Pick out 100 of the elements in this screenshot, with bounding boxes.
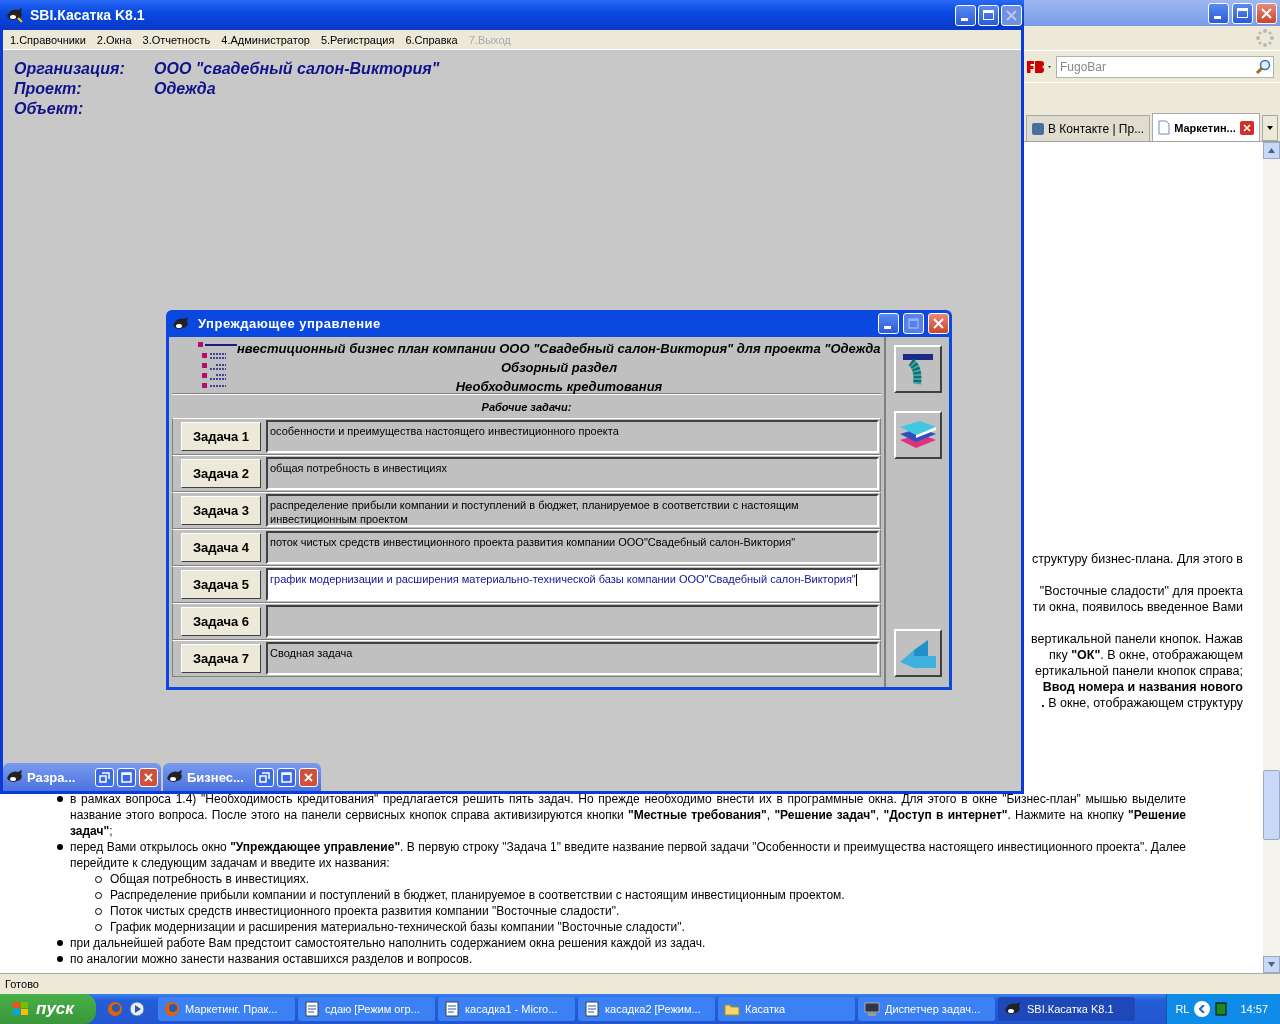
- field-label: Организация:: [14, 60, 126, 78]
- close-button[interactable]: [1001, 4, 1022, 26]
- search-icon[interactable]: [1255, 58, 1271, 75]
- media-player-icon[interactable]: [129, 1001, 145, 1017]
- heading-line: Необходимость кредитования: [454, 378, 664, 396]
- menu-item[interactable]: 2.Окна: [96, 33, 132, 46]
- restore-button[interactable]: [1232, 2, 1253, 24]
- down-arrow-icon: [1268, 962, 1275, 967]
- tab-list-button[interactable]: [1261, 115, 1278, 141]
- bullet-icon: [57, 956, 63, 962]
- return-button[interactable]: [893, 629, 942, 677]
- field-label: Проект:: [14, 80, 83, 98]
- scroll-up-button[interactable]: [1263, 142, 1280, 159]
- close-icon: [304, 772, 313, 782]
- list-item-text: Поток чистых средств инвестиционного проекта развития компании "Восточные сладости".: [110, 903, 621, 919]
- search-field[interactable]: FugoBar: [1056, 55, 1274, 78]
- window-title: SBI.Касатка K8.1: [30, 7, 145, 23]
- list-item-text: Распределение прибыли компании и поступлений в бюджет, планируемое в соответствии с настоящим инвестиционным проектом.: [110, 887, 846, 903]
- scroll-down-button[interactable]: [1263, 956, 1280, 973]
- close-icon: [1261, 7, 1272, 19]
- up-arrow-icon: [1268, 148, 1275, 153]
- bullet-icon: [57, 844, 63, 850]
- vk-logo-icon: [1032, 122, 1044, 135]
- maximize-button[interactable]: [117, 767, 136, 787]
- task-button[interactable]: Задача 4: [181, 533, 261, 562]
- restore-icon: [99, 771, 110, 783]
- orca-icon: [6, 7, 24, 23]
- minimized-window[interactable]: Разра...: [3, 763, 161, 791]
- task-button[interactable]: Задача 3: [181, 496, 261, 525]
- close-button[interactable]: [139, 767, 158, 787]
- task-name-field[interactable]: общая потребность в инвестициях: [266, 457, 879, 490]
- menu-item[interactable]: 3.Отчетность: [142, 33, 211, 46]
- taskbar-button[interactable]: SBI.Касатка K8.1: [998, 997, 1135, 1021]
- close-icon: [933, 318, 944, 329]
- loading-spinner-icon: [1256, 29, 1274, 47]
- minimize-button[interactable]: [955, 4, 976, 26]
- list-item-text: Общая потребность в инвестициях.: [110, 871, 311, 887]
- close-tab-button[interactable]: [1239, 120, 1254, 135]
- task-name-field[interactable]: [266, 605, 879, 638]
- close-icon: [144, 772, 153, 782]
- maximize-button[interactable]: [277, 767, 296, 787]
- minimize-button[interactable]: [878, 313, 899, 334]
- page-icon: [1158, 120, 1171, 135]
- taskbar-button[interactable]: Касатка: [718, 997, 855, 1021]
- close-button[interactable]: [1256, 2, 1277, 24]
- text-line: пку "ОК". В окне, отображающем: [1048, 647, 1243, 663]
- orca-icon: [6, 769, 24, 785]
- task-button[interactable]: Задача 6: [181, 607, 261, 636]
- document-icon: [584, 1001, 600, 1017]
- film-button[interactable]: [893, 345, 942, 393]
- menu-item[interactable]: 5.Регистрация: [320, 33, 395, 46]
- taskbar-button[interactable]: Диспетчер задач...: [858, 997, 995, 1021]
- search-engine-logo-icon[interactable]: [1026, 59, 1054, 74]
- film-icon: [900, 352, 935, 386]
- task-name-field[interactable]: график модернизации и расширения материально-технической базы компании ООО"Свадебный салон-Виктория": [266, 568, 879, 601]
- scroll-thumb[interactable]: [1263, 770, 1280, 840]
- menu-item[interactable]: 1.Справочники: [10, 33, 86, 46]
- section-title: Рабочие задачи:: [172, 394, 881, 418]
- text-line: структуру бизнес-плана. Для этого в: [1030, 551, 1243, 567]
- restore-button[interactable]: [95, 767, 114, 787]
- close-button[interactable]: [928, 313, 949, 334]
- maximize-button[interactable]: [978, 4, 999, 26]
- task-name-field[interactable]: Сводная задача: [266, 642, 879, 675]
- task-button[interactable]: Задача 1: [181, 422, 261, 451]
- task-name-field[interactable]: особенности и преимущества настоящего инвестиционного проекта: [266, 420, 879, 453]
- list-item-text: перед Вами открылось окно "Упреждающее управление". В первую строку "Задача 1" введите название первой задачи "Особенности и преимущества настоящего инвестиционного проекта". Далее перейдите к следующим задачам и введите их названия:: [70, 839, 1186, 871]
- menu-item[interactable]: 4.Администратор: [221, 33, 310, 46]
- text-line: вертикальной панели кнопок. Нажав: [1030, 631, 1243, 647]
- folder-icon: [724, 1001, 740, 1017]
- taskbar-button[interactable]: касадка2 [Режим...: [578, 997, 715, 1021]
- taskbar-button[interactable]: Маркетинг. Прак...: [158, 997, 295, 1021]
- books-button[interactable]: [893, 411, 942, 459]
- show-hidden-icons-button[interactable]: [1194, 1001, 1211, 1017]
- task-button[interactable]: Задача 2: [181, 459, 261, 488]
- clock: 14:57: [1240, 1003, 1268, 1015]
- maximize-button[interactable]: [903, 313, 924, 334]
- tray-app-icon[interactable]: [1215, 1002, 1228, 1016]
- list-item-text: в рамках вопроса 1.4) "Необходимость кредитования" предлагается решить пять задач. Но прежде необходимо внести их в программные окна. Для этого в окне "Бизнес-план" мышью выделите название этого вопроса. После этого на панели сервисных кнопок справа активизируются кнопки "Местные требования", "Решение задач", "Доступ в интернет". Нажмите на кнопку "Решение задач";: [70, 791, 1186, 839]
- task-name-field[interactable]: поток чистых средств инвестиционного проекта развития компании ООО"Свадебный салон-Виктория": [266, 531, 879, 564]
- browser-tab[interactable]: Маркетин...: [1152, 113, 1260, 141]
- browser-icon: [164, 1001, 180, 1017]
- restore-icon: [259, 771, 270, 783]
- task-button[interactable]: Задача 5: [181, 570, 261, 599]
- menu-item[interactable]: 6.Справка: [405, 33, 458, 46]
- language-indicator[interactable]: RL: [1175, 1003, 1190, 1015]
- browser-tab[interactable]: В Контакте | Пр...: [1026, 115, 1151, 141]
- close-icon: [1006, 9, 1017, 21]
- orca-icon: [1004, 1001, 1022, 1017]
- orca-icon: [172, 315, 190, 332]
- minimize-button[interactable]: [1208, 2, 1229, 24]
- close-button[interactable]: [299, 767, 318, 787]
- restore-button[interactable]: [255, 767, 274, 787]
- text-line: "Восточные сладости" для проекта: [1038, 583, 1243, 599]
- task-button[interactable]: Задача 7: [181, 644, 261, 673]
- taskbar-button[interactable]: касадка1 - Micro...: [438, 997, 575, 1021]
- document-icon: [444, 1001, 460, 1017]
- taskbar-button[interactable]: сдаю [Режим огр...: [298, 997, 435, 1021]
- scrollbar[interactable]: [1263, 142, 1280, 973]
- minimized-window[interactable]: Бизнес...: [163, 763, 321, 791]
- task-name-field[interactable]: распределение прибыли компании и поступлений в бюджет, планируемое в соответствии с настоящим инвестиционным проектом: [266, 494, 879, 527]
